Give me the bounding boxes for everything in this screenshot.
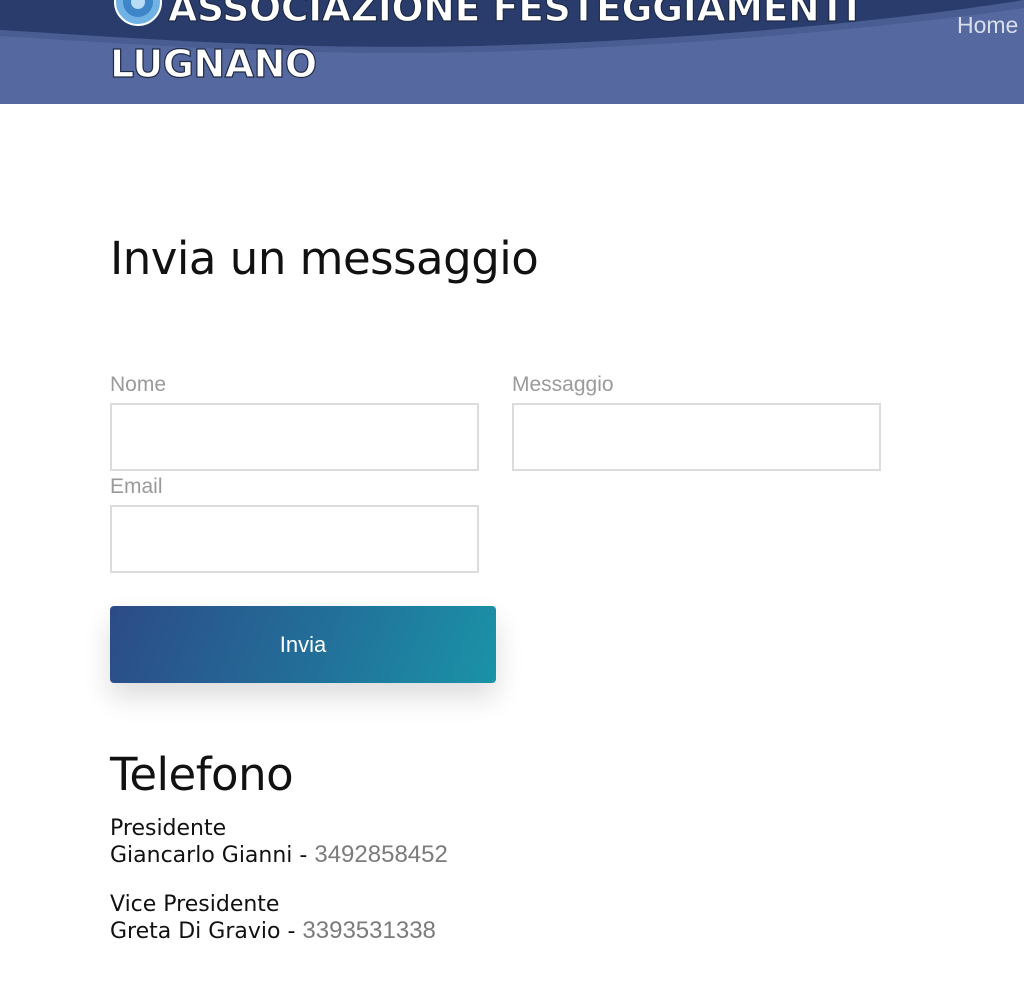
email-field-label: Email (110, 475, 163, 498)
site-title[interactable]: ASSOCIAZIONE FESTEGGIAMENTI LUGNANO (109, 0, 859, 92)
name-field-label: Nome (110, 373, 167, 396)
vice-president-phone-link[interactable]: 3393531338 (302, 917, 435, 944)
message-textarea[interactable] (512, 403, 881, 471)
message-field-label: Messaggio (512, 373, 614, 396)
site-title-line1: ASSOCIAZIONE FESTEGGIAMENTI (167, 0, 859, 31)
send-button[interactable]: Invia (110, 606, 496, 683)
vice-president-separator: - (280, 919, 303, 944)
phone-section-heading: Telefono (110, 748, 294, 801)
president-role: Presidente (110, 816, 227, 841)
president-phone-link[interactable]: 3492858452 (314, 841, 447, 868)
president-name: Giancarlo Gianni (110, 843, 293, 868)
vice-president-name: Greta Di Gravio (110, 919, 281, 944)
president-separator: - (292, 843, 315, 868)
president-contact-line: Giancarlo Gianni - 3492858452 (110, 841, 448, 869)
contact-form-heading: Invia un messaggio (110, 232, 539, 285)
site-title-line2: LUGNANO (109, 41, 317, 86)
nav-home-link[interactable]: Home (957, 12, 1018, 39)
name-input[interactable] (110, 403, 479, 471)
vice-president-role: Vice Presidente (110, 892, 280, 917)
email-input[interactable] (110, 505, 479, 573)
vice-president-contact-line: Greta Di Gravio - 3393531338 (110, 917, 436, 945)
site-header: ASSOCIAZIONE FESTEGGIAMENTI LUGNANO Home (0, 0, 1024, 104)
